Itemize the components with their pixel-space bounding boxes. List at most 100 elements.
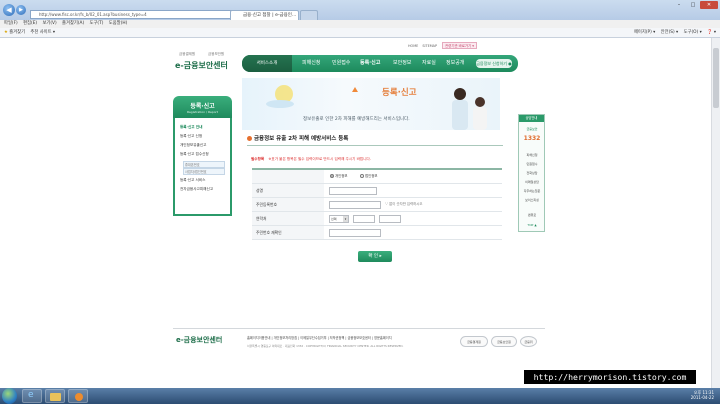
menu-favorites[interactable]: 즐겨찾기(A) bbox=[62, 21, 84, 26]
sidebar-item-service[interactable]: 등록·신고 서비스 bbox=[180, 178, 205, 183]
radio-corporate[interactable]: 법인정보 bbox=[360, 170, 377, 183]
chevron-down-icon: ▾ bbox=[343, 216, 348, 222]
footer-link-1[interactable]: 개인정보처리방침 bbox=[274, 336, 297, 340]
radio-on-icon bbox=[330, 174, 334, 178]
gnb-item-damage[interactable]: 피해신청 bbox=[302, 55, 320, 72]
related-sites-select[interactable]: 관련기관 바로가기 ▾ bbox=[442, 42, 477, 49]
hero-subtitle: 정보유출로 인한 2차 피해를 예방해드리는 서비스입니다. bbox=[303, 117, 410, 122]
sidebar-header: 등록·신고 Registration / Report bbox=[173, 96, 232, 118]
minimize-button[interactable]: – bbox=[672, 1, 686, 9]
gnb-apply-button[interactable]: 금융정보 신청하기 ● bbox=[476, 59, 512, 68]
suggested-sites-link[interactable]: 추천 사이트 ▾ bbox=[30, 30, 55, 35]
gnb-item-register[interactable]: 등록·신고 bbox=[360, 55, 380, 72]
row-label-recheck: 주민번호 재확인 bbox=[252, 226, 324, 239]
footer-logo-fsc[interactable]: 금융위 bbox=[520, 336, 537, 347]
row-label-name: 성명 bbox=[252, 184, 324, 197]
rrn-recheck-input[interactable] bbox=[329, 229, 381, 237]
rrn-input[interactable] bbox=[329, 201, 381, 209]
footer-link-5[interactable]: 영문홈페이지 bbox=[374, 336, 392, 340]
footer-links: 홈페이지이용안내 | 개인정보처리방침 | 이메일무단수집거부 | 저작권정책 … bbox=[247, 336, 392, 340]
form-row-name: 성명 bbox=[252, 184, 502, 198]
menu-view[interactable]: 보기(V) bbox=[42, 21, 56, 26]
sidebar-sub-business[interactable]: 사업자/법인번호 bbox=[183, 168, 225, 175]
footer-link-0[interactable]: 홈페이지이용안내 bbox=[247, 336, 270, 340]
favorites-link[interactable]: 즐겨찾기 bbox=[9, 30, 25, 35]
radio-off-icon bbox=[360, 174, 364, 178]
sitemap-link[interactable]: SITEMAP bbox=[422, 44, 437, 48]
confirm-button[interactable]: 확 인 ▸ bbox=[358, 251, 392, 262]
sidebar-item-incident[interactable]: 전자금융사고피해신고 bbox=[180, 187, 213, 192]
menu-help[interactable]: 도움말(H) bbox=[109, 21, 127, 26]
safety-menu[interactable]: 안전(S) ▾ bbox=[661, 30, 679, 35]
scroll-thumb[interactable] bbox=[713, 48, 719, 108]
watermark-url: http://herrymorison.tistory.com bbox=[524, 370, 696, 384]
folder-taskbar-icon[interactable] bbox=[45, 389, 65, 403]
back-button[interactable]: ◀ bbox=[3, 4, 15, 16]
close-button[interactable]: ✕ bbox=[700, 1, 718, 9]
menu-file[interactable]: 파일(F) bbox=[4, 21, 18, 26]
footer-link-2[interactable]: 이메일무단수집거부 bbox=[300, 336, 326, 340]
quick-item-2[interactable]: 전화상담 bbox=[521, 171, 543, 175]
menu-tools[interactable]: 도구(T) bbox=[90, 21, 104, 26]
windows-taskbar: e 오후 11:31 2011-04-22 bbox=[0, 388, 720, 404]
media-taskbar-icon[interactable] bbox=[68, 389, 88, 403]
tools-menu[interactable]: 도구(O) ▾ bbox=[684, 30, 702, 35]
start-button[interactable] bbox=[2, 388, 17, 404]
quick-item-bottom[interactable]: 맨위로 bbox=[521, 213, 543, 217]
required-label: 필수항목 bbox=[251, 157, 265, 161]
forward-button[interactable]: ▶ bbox=[16, 5, 26, 15]
star-icon[interactable]: ★ bbox=[4, 30, 8, 35]
footer-divider bbox=[173, 328, 545, 329]
title-bullet-icon bbox=[247, 136, 252, 141]
browser-titlebar: ◀ ▶ http://www.fisc.or.kr/fs_b/02_01.asp… bbox=[0, 0, 720, 20]
system-clock[interactable]: 오후 11:31 2011-04-22 bbox=[691, 390, 714, 400]
footer-logo-fsi[interactable]: 금융보안원 bbox=[491, 336, 517, 347]
right-quick-banner: 상담안내 금융보안 1332 피해신청 민원접수 전화상담 이메일상담 자주하는… bbox=[518, 114, 545, 232]
sidebar-title: 등록·신고 bbox=[190, 103, 215, 110]
gnb-item-disclosure[interactable]: 정보공개 bbox=[446, 55, 464, 72]
quick-item-0[interactable]: 피해신청 bbox=[521, 153, 543, 157]
home-link[interactable]: HOME bbox=[408, 44, 418, 48]
top-button[interactable]: TOP ▲ bbox=[521, 223, 543, 227]
quick-item-1[interactable]: 민원접수 bbox=[521, 162, 543, 166]
tab-active[interactable]: 금융·신고 접찰 | e-금융인... bbox=[230, 10, 299, 20]
logo-org-left: 금융결제원 bbox=[179, 52, 196, 56]
gnb-item-complaint[interactable]: 민원접수 bbox=[332, 55, 350, 72]
page-menu[interactable]: 페이지(P) ▾ bbox=[634, 30, 655, 35]
gnb-item-security[interactable]: 보안정보 bbox=[393, 55, 411, 72]
name-input[interactable] bbox=[329, 187, 377, 195]
footer-logo-kftc[interactable]: 금융결제원 bbox=[460, 336, 488, 347]
page-title-text: 금융정보 유출 2차 피해 예방서비스 등록 bbox=[254, 136, 349, 142]
sidebar-sub-phone[interactable]: 휴대폰번호 bbox=[183, 161, 225, 168]
sidebar-item-receipt[interactable]: 등록·신고 접수신청 bbox=[180, 152, 209, 157]
footer-link-4[interactable]: 금융정보보호센터 bbox=[347, 336, 370, 340]
form-row-recheck: 주민번호 재확인 bbox=[252, 226, 502, 240]
quick-item-5[interactable]: 보이스피싱 bbox=[521, 198, 543, 202]
quick-item-3[interactable]: 이메일상담 bbox=[521, 180, 543, 184]
hero-visual: 등록·신고 정보유출로 인한 2차 피해를 예방해드리는 서비스입니다. bbox=[242, 78, 500, 130]
sidebar-item-guide[interactable]: 등록·신고 안내 bbox=[180, 125, 202, 130]
required-text: ※표가 붙은 항목은 필수 입력이므로 반드시 입력해 주시기 바랍니다. bbox=[268, 157, 371, 161]
radio-personal-label: 개인정보 bbox=[335, 174, 348, 178]
footer-link-3[interactable]: 저작권정책 bbox=[330, 336, 345, 340]
menu-edit[interactable]: 편집(E) bbox=[23, 21, 37, 26]
help-menu[interactable]: ❓ ▾ bbox=[707, 30, 716, 35]
phone-last-input[interactable] bbox=[379, 215, 401, 223]
global-navigation: 서비스소개 피해신청 민원접수 등록·신고 보안정보 자료실 정보공개 금융정보… bbox=[242, 55, 518, 72]
site-logo[interactable]: 금융결제원 금융보안원 e-금융보안센터 bbox=[175, 48, 240, 74]
new-tab-button[interactable] bbox=[300, 10, 318, 20]
maximize-button[interactable]: □ bbox=[686, 1, 700, 9]
address-bar[interactable]: http://www.fisc.or.kr/fs_b/02_01.asp?bus… bbox=[30, 10, 235, 19]
radio-personal[interactable]: 개인정보 bbox=[330, 170, 347, 183]
quick-item-4[interactable]: 자주하는질문 bbox=[521, 189, 543, 193]
ie-taskbar-icon[interactable]: e bbox=[22, 389, 42, 403]
phone-middle-input[interactable] bbox=[353, 215, 375, 223]
phone-prefix-select[interactable]: 선택 ▾ bbox=[329, 215, 349, 223]
form-row-phone: 연락처 선택 ▾ bbox=[252, 212, 502, 226]
sidebar-item-leak-report[interactable]: 개인정보유출신고 bbox=[180, 143, 206, 148]
sidebar-item-apply[interactable]: 등록·신고 신청 bbox=[180, 134, 202, 139]
gnb-service-intro[interactable]: 서비스소개 bbox=[242, 55, 292, 72]
gnb-item-library[interactable]: 자료실 bbox=[422, 55, 436, 72]
vertical-scrollbar[interactable] bbox=[711, 38, 720, 388]
tab-title: 금융·신고 접찰 | e-금융인... bbox=[243, 13, 297, 18]
